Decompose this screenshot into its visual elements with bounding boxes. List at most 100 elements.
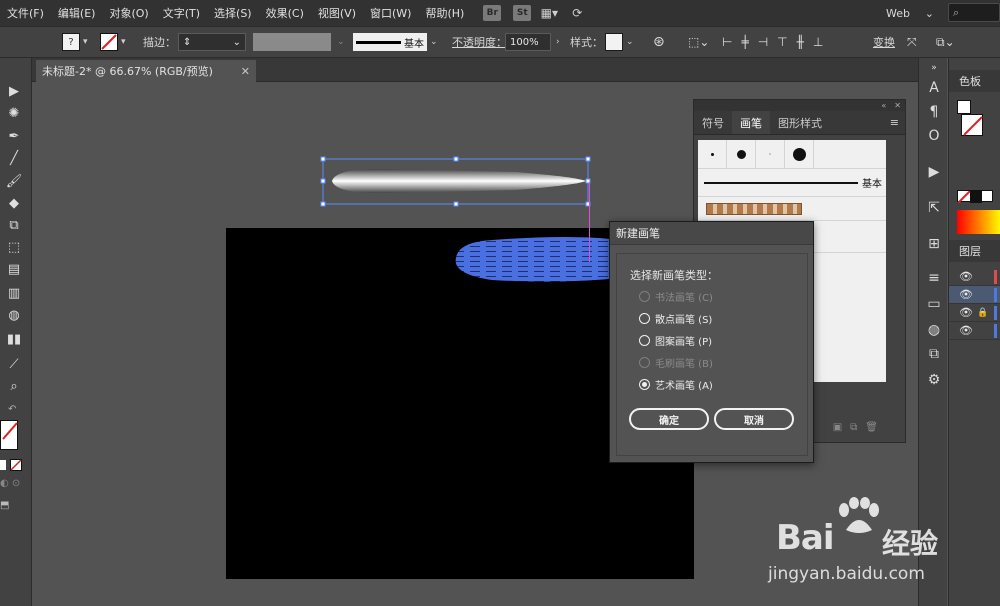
eye-icon[interactable]: 👁 [959,288,973,301]
graphic-style-swatch[interactable] [605,33,623,51]
tab-swatches[interactable]: 色板 [949,70,1000,92]
menu-effect[interactable]: 效果(C) [259,5,311,21]
tab-layers[interactable]: 图层 [949,240,1000,262]
menu-select[interactable]: 选择(S) [207,5,259,21]
blue-scatter-shape[interactable] [452,234,622,284]
draw-mode-icon[interactable]: ◐ ⊙ [0,478,20,489]
new-brush-icon[interactable]: ▣ [833,422,842,438]
brush-swatch[interactable] [785,140,814,168]
align-left-icon[interactable]: ⊢ [722,35,732,49]
gradient-tool-icon[interactable]: ▥ [3,284,25,303]
menu-type[interactable]: 文字(T) [156,5,207,21]
character-panel-icon[interactable]: A [923,78,945,98]
zoom-tool-icon[interactable]: ⌕ [3,377,25,396]
gpu-performance-icon[interactable]: ⟳ [567,5,587,21]
menu-view[interactable]: 视图(V) [311,5,363,21]
eyedropper-icon[interactable]: ⟋ [3,355,25,374]
isolate-icon[interactable]: ⤧ [907,32,917,52]
stock-button[interactable]: St [513,5,532,21]
links-panel-icon[interactable]: ⧉ [923,344,945,364]
search-input[interactable]: ⌕ [948,3,1000,22]
fill-color-box[interactable] [0,420,18,450]
shape-builder-icon[interactable]: ◍ [3,306,25,325]
radio-pattern[interactable]: 图案画笔 (P) [639,332,712,348]
menu-file[interactable]: 文件(F) [0,5,51,21]
opacity-label[interactable]: 不透明度： [452,34,507,50]
radio-circle-icon[interactable] [639,312,650,324]
collapse-icon[interactable]: » [923,58,945,78]
arrange-documents-icon[interactable]: ▦▾ [539,5,559,21]
magic-wand-icon[interactable]: ✺ [3,104,25,123]
color-spectrum[interactable] [957,210,1000,234]
pen-tool-icon[interactable]: ✒ [3,127,25,146]
radio-selected-icon[interactable] [639,378,650,390]
tab-graphic-styles[interactable]: 图形样式 [770,111,830,134]
brush-definition-dropdown[interactable]: 基本 [353,33,427,51]
radio-label[interactable]: 散点画笔 (S) [655,311,712,326]
none-swatch[interactable] [957,190,993,204]
layer-row[interactable]: 👁 🔒 [949,304,1000,322]
menu-edit[interactable]: 编辑(E) [51,5,103,21]
none-mode-icon[interactable] [10,459,22,474]
brush-swatch[interactable] [727,140,756,168]
duplicate-icon[interactable]: ⧉ [850,422,857,438]
align-to-icon[interactable]: ⬚⌄ [688,32,709,52]
bridge-button[interactable]: Br [483,5,502,21]
radio-label[interactable]: 图案画笔 (P) [655,333,712,348]
align-bottom-icon[interactable]: ⊥ [813,35,823,49]
eye-icon[interactable]: 👁 [959,306,973,319]
layer-row[interactable]: 👁 [949,286,1000,304]
radio-scatter[interactable]: 散点画笔 (S) [639,310,712,326]
align-vcenter-icon[interactable]: ╫ [797,35,804,49]
pattern-brush-row[interactable] [698,196,886,220]
opentype-panel-icon[interactable]: O [923,126,945,146]
trash-icon[interactable]: 🗑 [865,422,878,438]
transform-panel-icon[interactable]: ⊞ [923,234,945,254]
tab-symbols[interactable]: 符号 [694,111,732,134]
workspace-switcher[interactable]: Web ⌄ [882,4,938,22]
line-tool-icon[interactable]: ╱ [3,149,25,168]
stroke-weight-field[interactable]: ⇕ ⌄ [178,33,246,51]
basic-brush-row[interactable]: 基本 [698,168,886,196]
radio-circle-icon[interactable] [639,334,650,346]
brush-swatch[interactable] [698,140,727,168]
free-transform-icon[interactable]: ⬚ [3,238,25,257]
panel-collapse-bar[interactable]: «✕ [694,100,905,111]
export-panel-icon[interactable]: ⇱ [923,198,945,218]
eye-icon[interactable]: 👁 [959,324,973,337]
close-icon[interactable]: ✕ [894,101,901,110]
brush-swatch[interactable] [756,140,785,168]
stroke-swatch[interactable]: ▾ [100,32,126,52]
paragraph-panel-icon[interactable]: ¶ [923,102,945,122]
actions-panel-icon[interactable]: ▶ [923,162,945,182]
close-icon[interactable]: ✕ [241,65,250,78]
color-mode-icon[interactable] [0,460,6,470]
menu-object[interactable]: 对象(O) [102,5,155,21]
appearance-panel-icon[interactable]: ◍ [923,320,945,340]
eraser-tool-icon[interactable]: ◆ [3,194,25,213]
radio-label[interactable]: 艺术画笔 (A) [655,377,713,392]
stroke-swatch-small[interactable] [961,114,983,136]
selection-tool-icon[interactable]: ▶ [3,82,25,101]
panel-options-icon[interactable]: ⧉⌄ [936,32,955,52]
settings-icon[interactable]: ⚙ [923,370,945,390]
column-graph-icon[interactable]: ▮▮ [3,330,25,349]
document-tab[interactable]: 未标题-2* @ 66.67% (RGB/预览) ✕ [36,60,256,82]
eye-icon[interactable]: 👁 [959,270,973,283]
radio-art[interactable]: 艺术画笔 (A) [639,376,713,392]
align-right-icon[interactable]: ⊣ [758,35,768,49]
panel-menu-icon[interactable]: ≡ [890,111,905,134]
layer-row[interactable]: 👁 [949,322,1000,340]
align-top-icon[interactable]: ⊤ [777,35,787,49]
transform-label[interactable]: 变换 [873,34,895,50]
ok-button[interactable]: 确定 [629,408,709,430]
chevron-right-icon[interactable]: › [556,37,560,47]
collapse-icon[interactable]: « [881,101,886,110]
layer-row[interactable]: 👁 [949,268,1000,286]
menu-window[interactable]: 窗口(W) [363,5,418,21]
fill-swatch-small[interactable] [957,100,971,114]
menu-help[interactable]: 帮助(H) [418,5,471,21]
swap-colors-icon[interactable]: ↶ [8,404,16,415]
paintbrush-tool-icon[interactable]: 🖌 [3,172,25,191]
stroke-panel-icon[interactable]: ≡ [923,268,945,288]
